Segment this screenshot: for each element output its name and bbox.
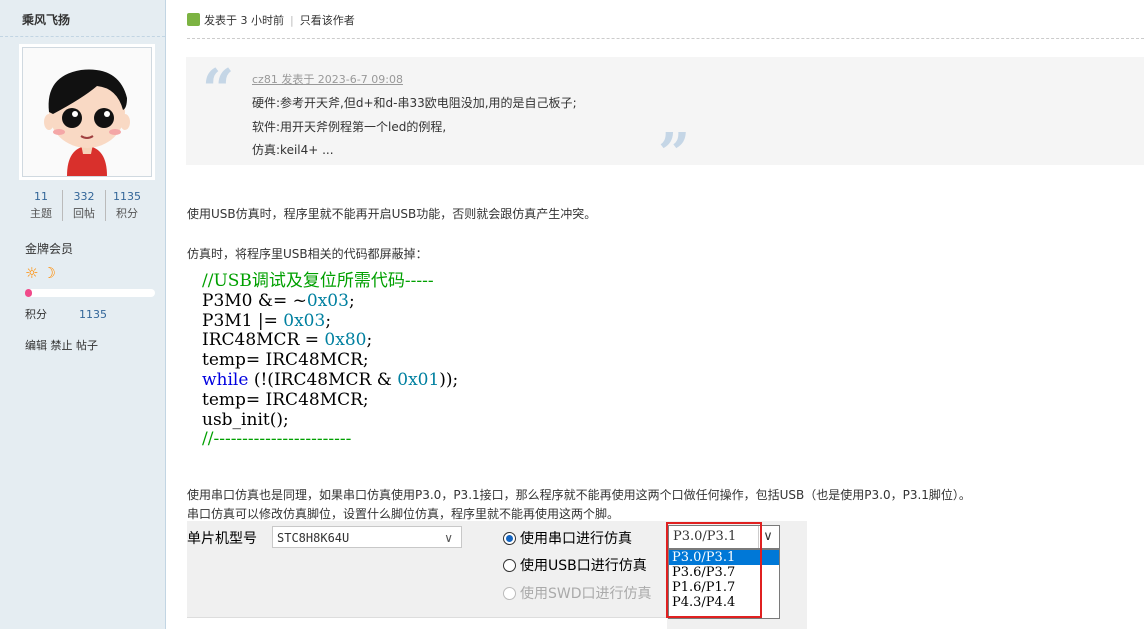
quote-line: 硬件:参考开天斧,但d+和d-串33欧电阻没加,用的是自己板子; <box>252 96 577 110</box>
close-quote-icon: ” <box>658 121 691 187</box>
stat-threads[interactable]: 11 主题 <box>20 190 63 221</box>
user-sidebar: 乘风飞扬 11 主题 332 回帖 1135 积分 金牌会员 ☼☽ 积分 113… <box>0 0 166 629</box>
port-value: P3.0/P3.1 <box>673 529 737 544</box>
code-line: temp= IRC48MCR; <box>202 350 369 371</box>
stat-replies-value: 332 <box>73 190 95 203</box>
code-line: P3M1 |= 0x03; <box>202 310 458 332</box>
points-progress-fill <box>25 289 32 297</box>
radio-usb[interactable]: 使用USB口进行仿真 <box>503 555 647 575</box>
code-text: P3M0 &= ~ <box>202 290 307 311</box>
code-line: while (!(IRC48MCR & 0x01)); <box>202 369 459 391</box>
debug-settings-screenshot: 单片机型号 STC8H8K64U ∨ 使用串口进行仿真 使用USB口进行仿真 使… <box>187 521 807 630</box>
stat-threads-label: 主题 <box>30 207 52 220</box>
code-text: ; <box>325 310 332 331</box>
code-text: IRC48MCR = <box>202 330 325 351</box>
code-comment: //USB调试及复位所需代码----- <box>202 271 434 291</box>
post-content: 发表于 3 小时前 | 只看该作者 “ cz81 发表于 2023-6-7 09:0… <box>166 0 1144 630</box>
code-number: 0x01 <box>397 369 440 390</box>
code-comment: //------------------------ <box>202 429 352 450</box>
code-text: )); <box>439 369 459 390</box>
post-time: 发表于 3 小时前 <box>204 14 284 27</box>
port-option[interactable]: P3.6/P3.7 <box>669 565 779 580</box>
paragraph-pin-change: 串口仿真可以修改仿真脚位，设置什么脚位仿真，程序里就不能再使用这两个脚。 <box>187 507 620 521</box>
username[interactable]: 乘风飞扬 <box>22 11 70 28</box>
code-text: ; <box>348 290 355 311</box>
code-number: 0x03 <box>306 290 349 311</box>
divider <box>187 38 1144 39</box>
stat-replies[interactable]: 332 回帖 <box>63 190 106 221</box>
meta-separator: | <box>290 14 294 27</box>
code-line: usb_init(); <box>202 409 289 430</box>
code-line: temp= IRC48MCR; <box>202 389 369 410</box>
points-progress-bar <box>25 289 155 297</box>
quote-line: 仿真:keil4+ ... <box>252 143 334 157</box>
rank-sun-moon-icon: ☼☽ <box>25 264 60 282</box>
code-keyword: while <box>202 369 249 390</box>
only-author-link[interactable]: 只看该作者 <box>300 14 355 27</box>
mcu-label: 单片机型号 <box>187 531 257 547</box>
port-select[interactable]: P3.0/P3.1 ∨ <box>668 525 780 549</box>
mcu-value: STC8H8K64U <box>277 531 350 545</box>
mcu-select[interactable]: STC8H8K64U ∨ <box>272 526 462 548</box>
quote-block: “ cz81 发表于 2023-6-7 09:08 硬件:参考开天斧,但d+和d… <box>186 57 1144 187</box>
code-line: P3M0 &= ~0x03; <box>202 290 458 312</box>
radio-unchecked-icon <box>503 559 516 572</box>
code-text: P3M1 |= <box>202 310 284 331</box>
settings-lower-panel <box>187 617 667 630</box>
stat-threads-value: 11 <box>34 190 48 203</box>
radio-swd: 使用SWD口进行仿真 <box>503 583 652 603</box>
quote-author[interactable]: cz81 发表于 2023-6-7 09:08 <box>252 71 403 87</box>
paragraph-serial-sim: 使用串口仿真也是同理，如果串口仿真使用P3.0，P3.1接口，那么程序就不能再使… <box>187 488 971 502</box>
radio-swd-label: 使用SWD口进行仿真 <box>520 586 652 602</box>
paragraph-mask-code: 仿真时，将程序里USB相关的代码都屏蔽掉： <box>187 247 428 261</box>
radio-usb-label: 使用USB口进行仿真 <box>520 558 647 574</box>
moderation-links[interactable]: 编辑 禁止 帖子 <box>25 337 98 353</box>
username-header: 乘风飞扬 <box>0 0 165 37</box>
stat-points-label: 积分 <box>116 207 138 220</box>
chevron-down-icon: ∨ <box>444 531 453 545</box>
code-line: //USB调试及复位所需代码----- <box>202 271 458 292</box>
stat-replies-label: 回帖 <box>73 207 95 220</box>
port-option[interactable]: P4.3/P4.4 <box>669 595 779 610</box>
code-screenshot: //USB调试及复位所需代码----- P3M0 &= ~0x03; P3M1 |=… <box>202 271 459 450</box>
open-quote-icon: “ <box>202 57 235 123</box>
points-row: 积分 1135 <box>25 306 107 322</box>
stat-points[interactable]: 1135 积分 <box>106 190 148 221</box>
quote-line: 软件:用开天斧例程第一个led的例程, <box>252 120 447 134</box>
radio-disabled-icon <box>503 587 516 600</box>
post-meta: 发表于 3 小时前 | 只看该作者 <box>187 12 355 28</box>
avatar-image <box>23 48 151 176</box>
port-option[interactable]: P1.6/P1.7 <box>669 580 779 595</box>
chevron-down-icon: ∨ <box>758 526 777 548</box>
stat-points-value: 1135 <box>113 190 141 203</box>
port-dropdown-list: P3.0/P3.1 P3.6/P3.7 P1.6/P1.7 P4.3/P4.4 <box>668 549 780 619</box>
online-badge-icon <box>187 13 200 26</box>
code-number: 0x80 <box>324 330 367 351</box>
quote-author-link[interactable]: cz81 发表于 2023-6-7 09:08 <box>252 73 403 86</box>
code-number: 0x03 <box>283 310 326 331</box>
user-stats: 11 主题 332 回帖 1135 积分 <box>20 190 150 224</box>
radio-serial-label: 使用串口进行仿真 <box>520 531 632 547</box>
radio-serial[interactable]: 使用串口进行仿真 <box>503 528 632 548</box>
user-rank[interactable]: 金牌会员 <box>25 240 73 257</box>
points-value: 1135 <box>79 308 107 321</box>
code-line: IRC48MCR = 0x80; <box>202 330 458 351</box>
paragraph-usb-sim: 使用USB仿真时，程序里就不能再开启USB功能，否则就会跟仿真产生冲突。 <box>187 207 597 221</box>
points-label: 积分 <box>25 308 47 321</box>
radio-checked-icon <box>503 532 516 545</box>
code-text: ; <box>366 330 373 351</box>
avatar[interactable] <box>22 47 152 177</box>
code-line: //------------------------ <box>202 429 458 450</box>
code-text: (!(IRC48MCR & <box>248 369 398 390</box>
port-option[interactable]: P3.0/P3.1 <box>669 550 779 565</box>
